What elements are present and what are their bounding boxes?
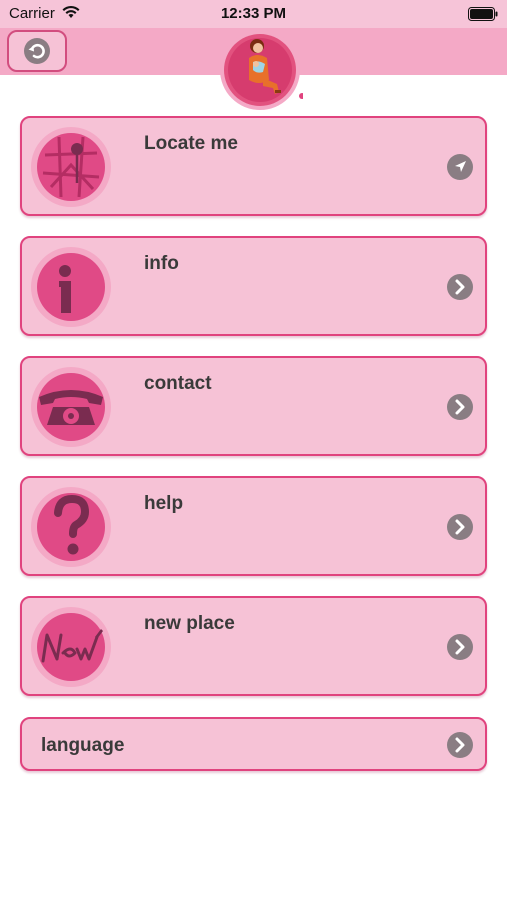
- language-button[interactable]: language: [20, 717, 487, 771]
- menu-item-new-place[interactable]: new place: [20, 596, 487, 696]
- battery-icon: [468, 7, 498, 26]
- menu-item-label: Locate me: [144, 133, 238, 154]
- back-button[interactable]: [7, 30, 67, 72]
- language-label: language: [41, 735, 125, 756]
- menu-item-label: info: [144, 253, 179, 274]
- question-mark-icon: [31, 487, 111, 567]
- clock-time: 12:33 PM: [220, 5, 287, 22]
- menu-item-label: help: [144, 493, 184, 514]
- menu-item-contact[interactable]: contact: [20, 356, 487, 456]
- mother-baby-logo: [219, 28, 305, 112]
- menu-item-label: contact: [144, 373, 212, 394]
- chevron-right-icon[interactable]: [447, 394, 473, 420]
- location-arrow-icon[interactable]: [447, 154, 473, 180]
- status-bar: Carrier 12:33 PM: [0, 0, 507, 28]
- menu-item-info[interactable]: info: [20, 236, 487, 336]
- menu-item-locate-me[interactable]: Locate me: [20, 116, 487, 216]
- chevron-right-icon[interactable]: [447, 732, 473, 758]
- undo-arrow-icon: [24, 38, 50, 64]
- chevron-right-icon[interactable]: [447, 634, 473, 660]
- city-map-pin-icon: [31, 127, 111, 207]
- info-i-icon: [31, 247, 111, 327]
- rotary-phone-icon: [31, 367, 111, 447]
- chevron-right-icon[interactable]: [447, 514, 473, 540]
- chevron-right-icon[interactable]: [447, 274, 473, 300]
- new-handwriting-icon: [31, 607, 111, 687]
- menu-item-help[interactable]: help: [20, 476, 487, 576]
- menu-item-label: new place: [144, 613, 235, 634]
